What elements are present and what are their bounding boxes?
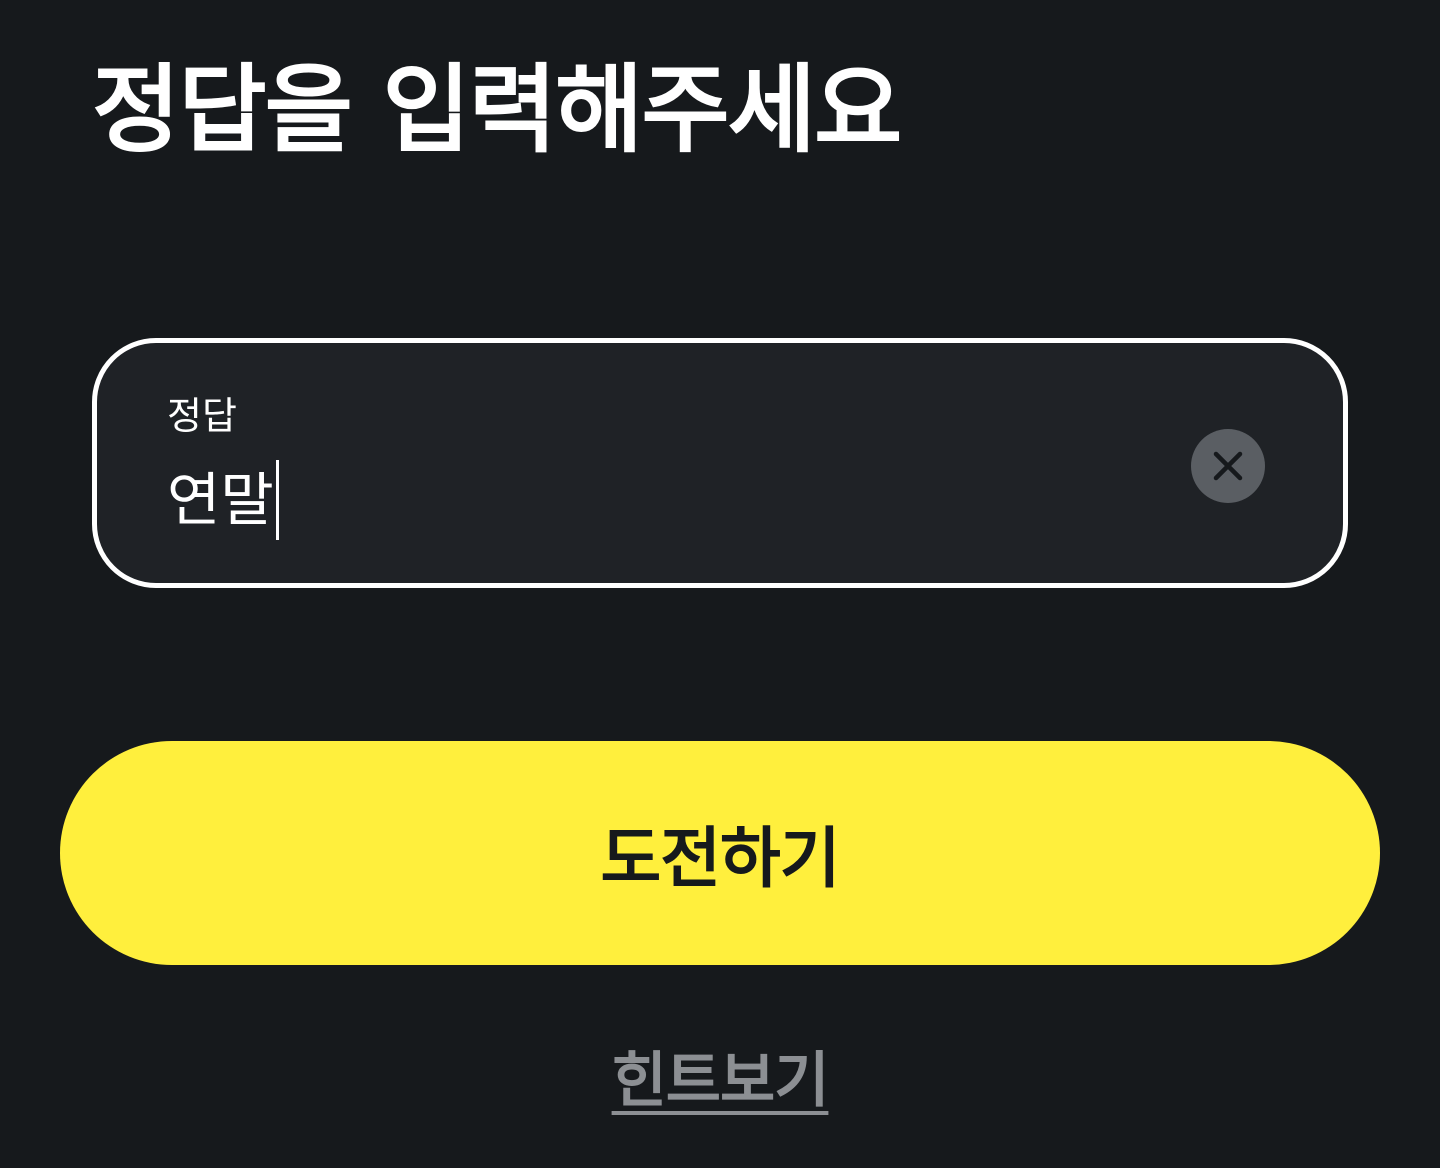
submit-answer-label: 도전하기 [600,821,841,895]
answer-input-field[interactable]: 정답 연말 [92,338,1348,588]
text-cursor [275,460,279,540]
close-icon [1213,451,1243,481]
clear-input-button[interactable] [1191,429,1265,503]
page-title: 정답을 입력해주세요 [92,54,902,166]
answer-input-value[interactable]: 연말 [167,465,274,535]
hint-link-container: 힌트보기 [0,1032,1440,1119]
submit-answer-button[interactable]: 도전하기 [60,741,1380,965]
answer-field-label: 정답 [167,394,237,438]
view-hint-link[interactable]: 힌트보기 [612,1046,830,1116]
answer-input[interactable]: 연말 [167,455,279,545]
